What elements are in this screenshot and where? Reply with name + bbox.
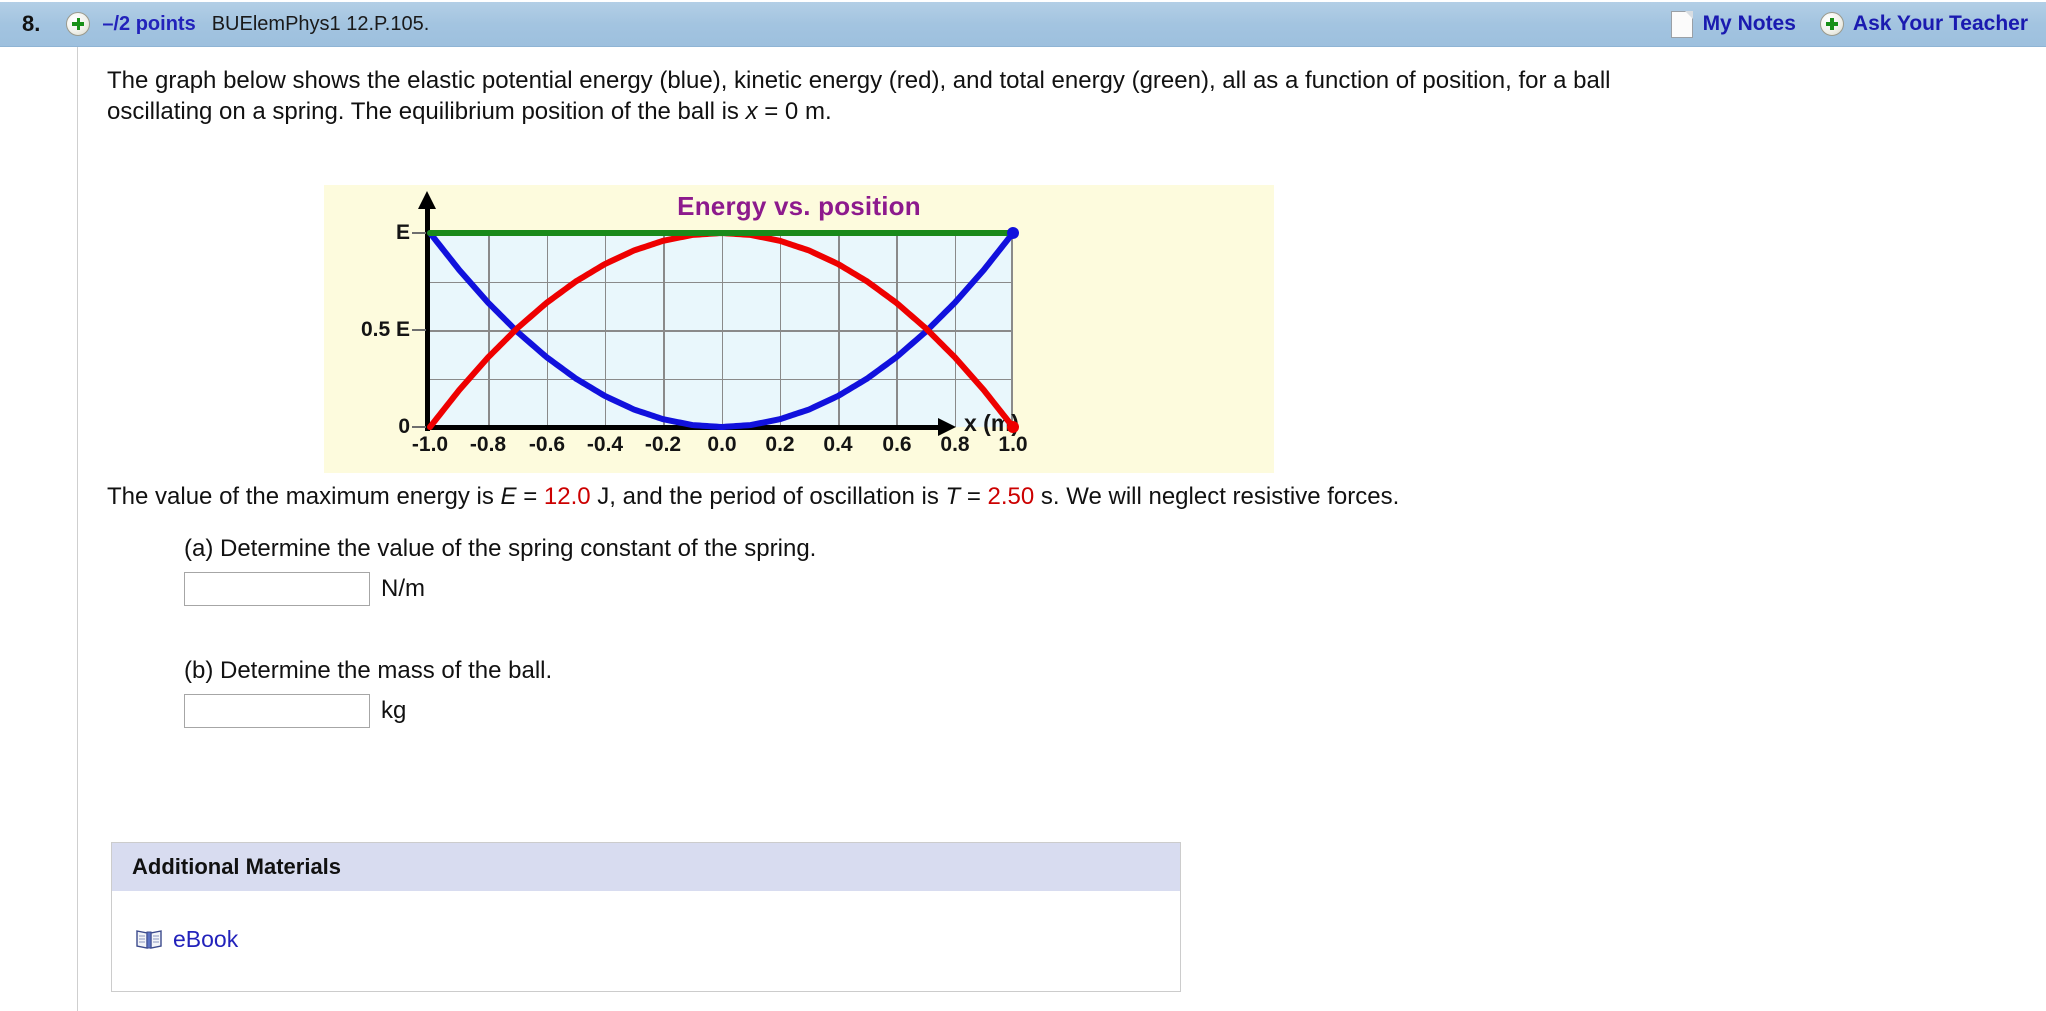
plus-circle-icon[interactable]	[1819, 12, 1844, 36]
energy-equals: =	[516, 483, 544, 510]
period-unit: s.	[1034, 483, 1060, 510]
period-symbol: T	[945, 483, 961, 510]
chart-x-tick-label: -0.6	[528, 433, 566, 456]
chart-y-tick-label: 0.5 E	[360, 318, 410, 341]
chart-gridline-horizontal	[430, 281, 1013, 283]
assignment-code-label: BUElemPhys1 12.P.105.	[211, 12, 430, 35]
header-actions: My Notes Ask Your Teacher	[1670, 10, 2028, 38]
chart-y-tick-label: E	[395, 221, 410, 244]
question-header-bar: 8. –/2 points BUElemPhys1 12.P.105. My N…	[0, 0, 2046, 47]
problem-statement-line2a: oscillating on a spring. The equilibrium…	[107, 98, 746, 126]
chart-x-axis	[425, 425, 941, 430]
question-number: 8.	[22, 11, 41, 36]
part-a-answer-input[interactable]	[184, 572, 370, 606]
equilibrium-variable: x	[745, 98, 758, 126]
part-b-answer-row: kg	[184, 694, 552, 728]
points-label: –/2 points	[102, 12, 196, 35]
period-value: 2.50	[987, 483, 1035, 510]
part-a-unit-label: N/m	[381, 575, 425, 602]
chart-y-tick-label: 0	[398, 415, 410, 438]
given-values-line: The value of the maximum energy is E = 1…	[107, 483, 1399, 511]
given-mid: and the period of oscillation is	[615, 483, 946, 510]
note-page-icon[interactable]	[1670, 10, 1693, 38]
ask-teacher-group: Ask Your Teacher	[1819, 12, 2028, 36]
chart-y-tick	[412, 426, 426, 428]
chart-x-tick-label: -0.4	[586, 433, 624, 456]
ebook-link[interactable]: eBook	[173, 926, 238, 953]
chart-y-tick	[412, 232, 426, 234]
left-gutter	[0, 47, 78, 1011]
additional-materials-body: eBook	[112, 891, 1180, 991]
part-a-answer-row: N/m	[184, 572, 816, 606]
energy-vs-position-chart: Energy vs. position E 0.5 E 0 -1.0 -0.8 …	[324, 185, 1274, 473]
part-b-unit-label: kg	[381, 697, 407, 724]
part-b: (b) Determine the mass of the ball. kg	[184, 657, 552, 728]
part-b-question: (b) Determine the mass of the ball.	[184, 657, 553, 684]
additional-materials-header: Additional Materials	[112, 843, 1180, 891]
given-tail: We will neglect resistive forces.	[1059, 483, 1400, 510]
chart-x-tick-label: -1.0	[411, 433, 449, 456]
energy-value: 12.0	[543, 483, 591, 510]
chart-x-tick-label: -0.8	[469, 433, 507, 456]
problem-statement-line2b: = 0 m.	[757, 98, 832, 126]
energy-symbol: E	[500, 483, 517, 510]
chart-y-axis-arrow-icon	[418, 191, 436, 209]
chart-x-tick-label: 0.6	[882, 433, 912, 456]
open-book-icon	[136, 928, 162, 950]
my-notes-link[interactable]: My Notes	[1703, 12, 1796, 36]
ask-your-teacher-link[interactable]: Ask Your Teacher	[1853, 12, 2028, 36]
plus-circle-icon[interactable]	[66, 12, 91, 36]
given-lead: The value of the maximum energy is	[107, 483, 501, 510]
chart-y-tick	[412, 329, 426, 331]
part-a-question: (a) Determine the value of the spring co…	[184, 535, 817, 562]
chart-plot-area	[430, 233, 1013, 427]
problem-statement-line1: The graph below shows the elastic potent…	[107, 67, 1611, 94]
chart-gridline-horizontal	[430, 378, 1013, 380]
period-equals: =	[960, 483, 988, 510]
chart-x-tick-label: 0.4	[823, 433, 853, 456]
part-b-answer-input[interactable]	[184, 694, 370, 728]
chart-x-tick-label: 0.0	[707, 433, 737, 456]
chart-title: Energy vs. position	[677, 191, 921, 221]
energy-unit: J,	[590, 483, 616, 510]
chart-y-axis	[425, 207, 430, 431]
part-a: (a) Determine the value of the spring co…	[184, 535, 816, 606]
problem-statement: The graph below shows the elastic potent…	[107, 65, 1997, 127]
chart-x-tick-label: 0.2	[765, 433, 795, 456]
question-content: The graph below shows the elastic potent…	[79, 47, 2046, 1011]
additional-materials-panel: Additional Materials eBook	[111, 842, 1181, 992]
chart-x-tick-label: -0.2	[644, 433, 682, 456]
chart-x-axis-title: x (m)	[964, 410, 1019, 436]
chart-gridline-horizontal	[430, 330, 1013, 332]
